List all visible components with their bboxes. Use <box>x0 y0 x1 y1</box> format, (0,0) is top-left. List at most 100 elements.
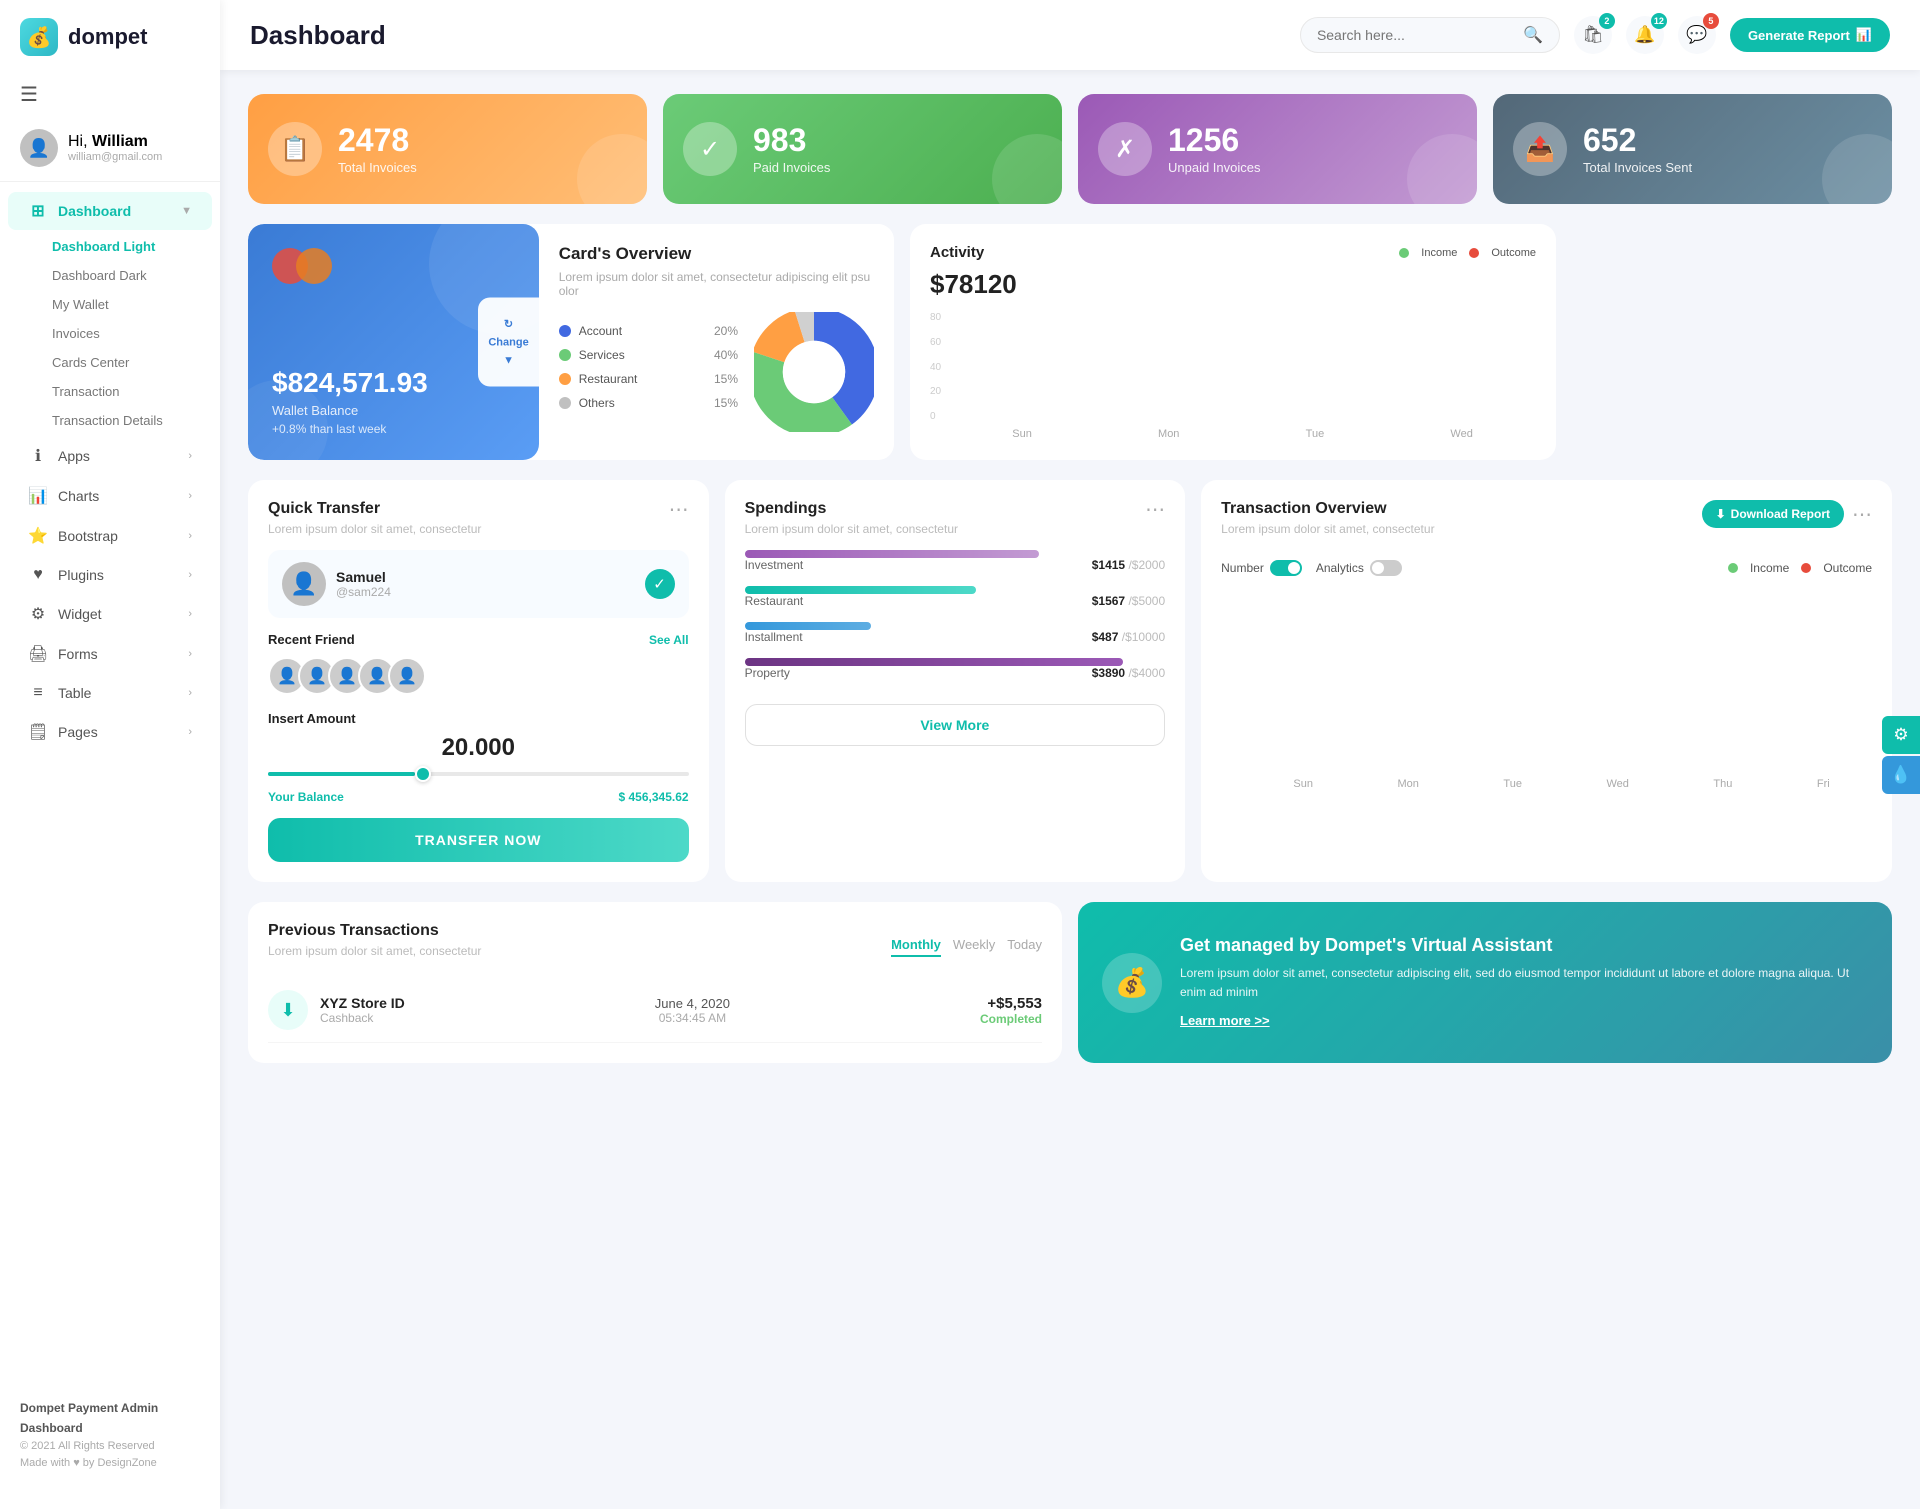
number-toggle-label: Number <box>1221 561 1264 575</box>
view-more-button[interactable]: View More <box>745 704 1166 746</box>
shopping-bag-button[interactable]: 🛍 2 <box>1574 16 1612 54</box>
tx-time: 05:34:45 AM <box>655 1011 730 1025</box>
sidebar-subitem-dashboard-light[interactable]: Dashboard Light <box>40 232 220 261</box>
spendings-title: Spendings <box>745 500 958 518</box>
water-side-button[interactable]: 💧 <box>1882 756 1920 794</box>
tx-type: Cashback <box>320 1011 405 1025</box>
paid-invoices-label: Paid Invoices <box>753 160 830 175</box>
pie-chart <box>754 312 874 432</box>
friend-avatars: 👤 👤 👤 👤 👤 <box>268 657 689 695</box>
tab-monthly[interactable]: Monthly <box>891 937 941 957</box>
assistant-text: Lorem ipsum dolor sit amet, consectetur … <box>1180 964 1868 1002</box>
search-input[interactable] <box>1317 27 1515 43</box>
middle-row: $824,571.93 Wallet Balance +0.8% than la… <box>248 224 1892 460</box>
unpaid-invoices-icon: ✗ <box>1098 122 1152 176</box>
large-bar-labels: Sun Mon Tue Wed Thu Fri <box>1221 778 1872 790</box>
insert-amount-label: Insert Amount <box>268 711 689 726</box>
sidebar-subitem-transaction-details[interactable]: Transaction Details <box>40 406 220 435</box>
spendings-subtitle: Lorem ipsum dolor sit amet, consectetur <box>745 522 958 536</box>
settings-side-button[interactable]: ⚙ <box>1882 716 1920 754</box>
tx-overview-menu-icon[interactable]: ⋯ <box>1852 502 1872 527</box>
total-invoices-icon: 📋 <box>268 122 322 176</box>
hamburger-button[interactable]: ☰ <box>0 72 220 117</box>
chevron-right-icon-8: › <box>188 726 192 738</box>
transaction-overview-card: Transaction Overview Lorem ipsum dolor s… <box>1201 480 1892 882</box>
sidebar-subitem-transaction[interactable]: Transaction <box>40 377 220 406</box>
tx-tabs: Monthly Weekly Today <box>891 937 1042 957</box>
stat-card-sent: 📤 652 Total Invoices Sent <box>1493 94 1892 204</box>
sidebar-item-dashboard[interactable]: ⊞ Dashboard ▼ <box>8 192 212 230</box>
amount-slider[interactable] <box>268 772 689 776</box>
bottom-three-col: Quick Transfer Lorem ipsum dolor sit ame… <box>248 480 1892 882</box>
chevron-right-icon-3: › <box>188 530 192 542</box>
logo-text: dompet <box>68 24 147 50</box>
balance-row: Your Balance $ 456,345.62 <box>268 790 689 804</box>
header: Dashboard 🔍 🛍 2 🔔 12 💬 5 Generate Report… <box>220 0 1920 70</box>
sidebar-item-pages[interactable]: 🗒 Pages › <box>8 713 212 751</box>
sidebar-logo: 💰 dompet <box>0 0 220 72</box>
generate-report-button[interactable]: Generate Report 📊 <box>1730 18 1890 52</box>
change-label: Change <box>488 337 528 349</box>
dashboard-subitems: Dashboard Light Dashboard Dark My Wallet… <box>0 232 220 435</box>
quick-transfer-card: Quick Transfer Lorem ipsum dolor sit ame… <box>248 480 709 882</box>
chevron-down-icon: ▼ <box>181 205 192 217</box>
generate-report-label: Generate Report <box>1748 28 1850 43</box>
sidebar-subitem-cards-center[interactable]: Cards Center <box>40 348 220 377</box>
tx-date: June 4, 2020 <box>655 996 730 1011</box>
quick-transfer-title: Quick Transfer <box>268 500 481 518</box>
sidebar-item-apps[interactable]: ℹ Apps › <box>8 437 212 475</box>
tx-legend: Income Outcome <box>1728 561 1872 575</box>
total-invoices-num: 2478 <box>338 124 417 156</box>
wallet-label: Wallet Balance <box>272 403 515 418</box>
download-report-button[interactable]: ⬇ Download Report <box>1702 500 1844 528</box>
sidebar-label-widget: Widget <box>58 606 102 622</box>
sidebar-subitem-dashboard-dark[interactable]: Dashboard Dark <box>40 261 220 290</box>
sidebar: 💰 dompet ☰ 👤 Hi, William william@gmail.c… <box>0 0 220 1509</box>
slider-thumb[interactable] <box>415 766 431 782</box>
prev-tx-header: Previous Transactions Lorem ipsum dolor … <box>268 922 1042 972</box>
sidebar-item-charts[interactable]: 📊 Charts › <box>8 477 212 515</box>
sidebar-item-forms[interactable]: 🖨 Forms › <box>8 635 212 673</box>
analytics-toggle-label: Analytics <box>1316 561 1364 575</box>
learn-more-link[interactable]: Learn more >> <box>1180 1013 1270 1028</box>
sidebar-item-table[interactable]: ≡ Table › <box>8 675 212 711</box>
unpaid-invoices-label: Unpaid Invoices <box>1168 160 1261 175</box>
outcome-legend-dot <box>1801 563 1811 573</box>
chevron-down-icon-change: ▼ <box>503 355 514 367</box>
chat-button[interactable]: 💬 5 <box>1678 16 1716 54</box>
activity-amount: $78120 <box>930 269 1536 300</box>
number-toggle[interactable] <box>1270 560 1302 576</box>
analytics-toggle[interactable] <box>1370 560 1402 576</box>
income-legend-dot <box>1728 563 1738 573</box>
chevron-right-icon-2: › <box>188 490 192 502</box>
sidebar-subitem-my-wallet[interactable]: My Wallet <box>40 290 220 319</box>
spendings-menu-icon[interactable]: ⋯ <box>1145 500 1165 520</box>
quick-transfer-menu-icon[interactable]: ⋯ <box>669 500 689 520</box>
bootstrap-icon: ⭐ <box>28 526 48 546</box>
wallet-card: $824,571.93 Wallet Balance +0.8% than la… <box>248 224 539 460</box>
change-button[interactable]: ↻ Change ▼ <box>478 298 538 387</box>
assistant-title: Get managed by Dompet's Virtual Assistan… <box>1180 935 1868 956</box>
tab-weekly[interactable]: Weekly <box>953 937 995 957</box>
paid-invoices-icon: ✓ <box>683 122 737 176</box>
sidebar-item-widget[interactable]: ⚙ Widget › <box>8 595 212 633</box>
widget-icon: ⚙ <box>28 604 48 624</box>
transfer-now-button[interactable]: TRANSFER NOW <box>268 818 689 862</box>
cards-overview-title: Card's Overview <box>559 244 874 264</box>
restaurant-dot <box>559 373 571 385</box>
user-section: 👤 Hi, William william@gmail.com <box>0 117 220 182</box>
income-dot <box>1399 248 1409 258</box>
footer-made: Made with ♥ by DesignZone <box>20 1455 200 1473</box>
user-info: Hi, William william@gmail.com <box>68 133 162 163</box>
sidebar-subitem-invoices[interactable]: Invoices <box>40 319 220 348</box>
see-all-link[interactable]: See All <box>649 633 689 647</box>
download-report-label: Download Report <box>1731 507 1830 521</box>
sidebar-item-bootstrap[interactable]: ⭐ Bootstrap › <box>8 517 212 555</box>
legend-others: Others 15% <box>559 396 738 410</box>
search-box[interactable]: 🔍 <box>1300 17 1560 53</box>
tab-today[interactable]: Today <box>1007 937 1042 957</box>
bell-button[interactable]: 🔔 12 <box>1626 16 1664 54</box>
sidebar-item-plugins[interactable]: ♥ Plugins › <box>8 557 212 593</box>
spendings-card: Spendings Lorem ipsum dolor sit amet, co… <box>725 480 1186 882</box>
outcome-legend-label: Outcome <box>1823 561 1872 575</box>
